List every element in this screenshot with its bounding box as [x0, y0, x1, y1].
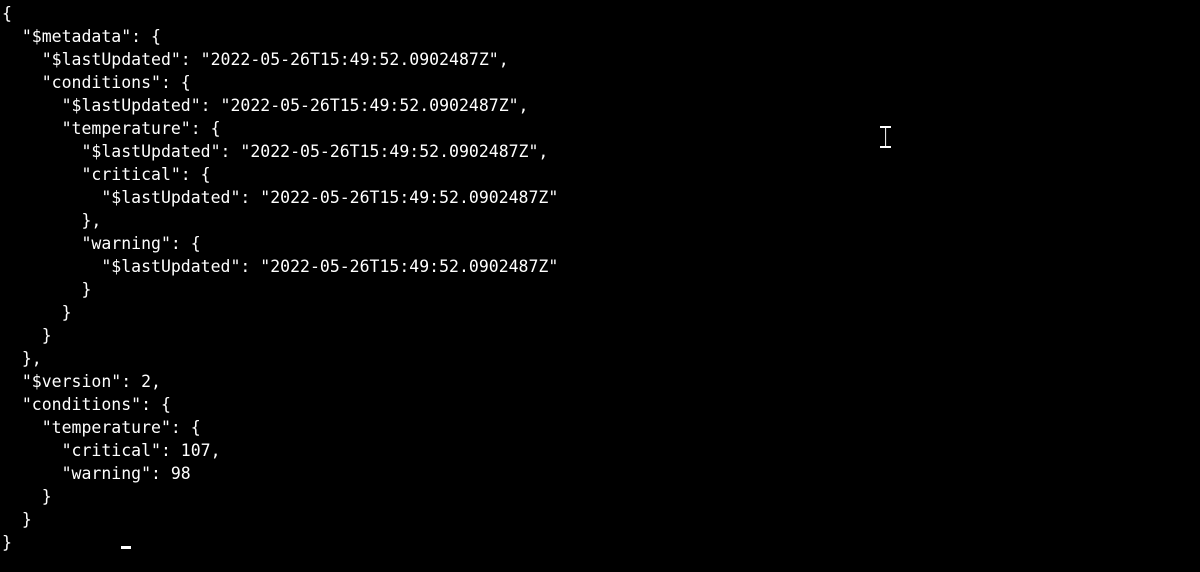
code-line: "conditions": {: [2, 73, 191, 92]
code-line: "warning": 98: [2, 464, 191, 483]
code-line: "$lastUpdated": "2022-05-26T15:49:52.090…: [2, 142, 548, 161]
terminal-caret: [121, 546, 131, 549]
code-line: "critical": {: [2, 165, 211, 184]
code-line: "critical": 107,: [2, 441, 221, 460]
code-line: }: [2, 280, 91, 299]
code-line: "$version": 2,: [2, 372, 161, 391]
code-line: "$lastUpdated": "2022-05-26T15:49:52.090…: [2, 96, 529, 115]
code-line: },: [2, 211, 101, 230]
code-line: }: [2, 303, 72, 322]
terminal-output[interactable]: { "$metadata": { "$lastUpdated": "2022-0…: [2, 2, 1200, 554]
code-line: "$metadata": {: [2, 27, 161, 46]
code-line: "$lastUpdated": "2022-05-26T15:49:52.090…: [2, 257, 558, 276]
code-line: {: [2, 4, 12, 23]
code-line: }: [2, 326, 52, 345]
code-line: }: [2, 533, 12, 552]
code-line: "conditions": {: [2, 395, 171, 414]
code-line: "temperature": {: [2, 119, 221, 138]
code-line: "$lastUpdated": "2022-05-26T15:49:52.090…: [2, 50, 509, 69]
code-line: "$lastUpdated": "2022-05-26T15:49:52.090…: [2, 188, 558, 207]
code-line: }: [2, 487, 52, 506]
code-line: "warning": {: [2, 234, 201, 253]
code-line: "temperature": {: [2, 418, 201, 437]
code-line: },: [2, 349, 42, 368]
code-line: }: [2, 510, 32, 529]
